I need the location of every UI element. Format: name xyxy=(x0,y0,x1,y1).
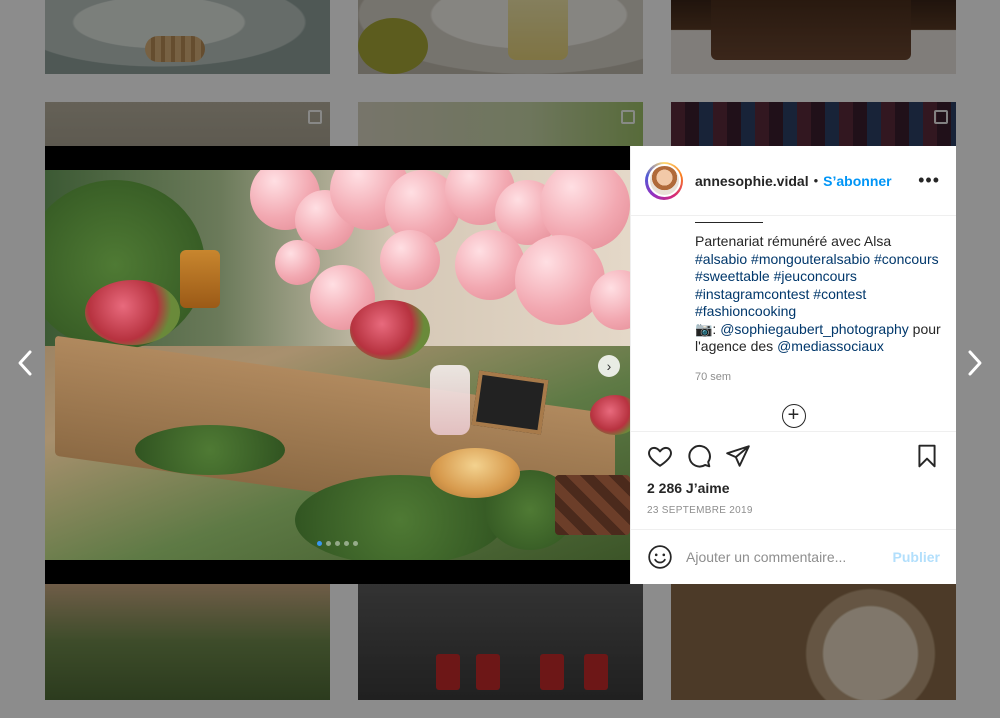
load-more-comments: + xyxy=(631,404,956,428)
carousel-dot xyxy=(317,541,322,546)
grid-post-thumbnail[interactable] xyxy=(671,0,956,74)
grid-post-thumbnail[interactable] xyxy=(671,584,956,700)
camera-credit-prefix: 📷: xyxy=(695,320,721,337)
publish-button[interactable]: Publier xyxy=(893,549,940,565)
hashtag-line[interactable]: #alsabio #mongouteralsabio #concours xyxy=(695,251,942,269)
grid-post-thumbnail[interactable] xyxy=(358,0,643,74)
credit-suffix: pour xyxy=(908,320,941,337)
share-icon[interactable] xyxy=(725,443,751,469)
post-modal: › annesophie.vidal • S’abonner ••• Parte… xyxy=(45,146,956,584)
multi-image-icon xyxy=(308,110,322,124)
mention-link[interactable]: @mediassociaux xyxy=(777,338,884,354)
post-caption: Partenariat rémunéré avec Alsa #alsabio … xyxy=(695,233,942,356)
hashtag-line[interactable]: #sweettable #jeuconcours xyxy=(695,268,942,286)
heart-icon[interactable] xyxy=(647,443,673,469)
story-ring[interactable] xyxy=(645,161,683,200)
carousel-dot xyxy=(326,541,331,546)
grid-post-thumbnail[interactable] xyxy=(45,584,330,700)
separator-dot: • xyxy=(813,173,819,188)
caption-divider xyxy=(695,222,763,223)
caption-age: 70 sem xyxy=(695,370,732,383)
username-link[interactable]: annesophie.vidal xyxy=(695,173,809,189)
action-icons xyxy=(647,432,940,480)
post-date: 23 SEPTEMBRE 2019 xyxy=(647,505,753,516)
emoji-icon[interactable] xyxy=(647,544,673,570)
post-media: › xyxy=(45,146,630,584)
carousel-next-button[interactable]: › xyxy=(598,355,620,377)
agency-prefix: l'agence des xyxy=(695,338,778,354)
chevron-right-icon[interactable] xyxy=(964,348,986,378)
carousel-dots xyxy=(45,541,630,546)
post-header: annesophie.vidal • S’abonner ••• xyxy=(631,146,956,216)
carousel-dot xyxy=(353,541,358,546)
agency-line: l'agence des @mediassociaux xyxy=(695,338,942,356)
carousel-dot xyxy=(335,541,340,546)
grid-post-thumbnail[interactable] xyxy=(358,584,643,700)
chevron-left-icon[interactable] xyxy=(14,348,36,378)
bookmark-icon[interactable] xyxy=(914,443,940,469)
post-photo[interactable] xyxy=(45,170,630,560)
caption-line: Partenariat rémunéré avec Alsa xyxy=(695,233,892,249)
post-side-panel: annesophie.vidal • S’abonner ••• Partena… xyxy=(630,146,956,584)
hashtag-line[interactable]: #instagramcontest #contest xyxy=(695,286,942,304)
mention-link[interactable]: @sophiegaubert_photography xyxy=(720,321,909,337)
more-options-icon[interactable]: ••• xyxy=(918,170,940,191)
avatar[interactable] xyxy=(647,164,681,197)
caption-area: Partenariat rémunéré avec Alsa #alsabio … xyxy=(631,216,956,431)
follow-button[interactable]: S’abonner xyxy=(823,173,891,189)
plus-circle-icon[interactable]: + xyxy=(781,404,806,428)
photo-credit-line: 📷: @sophiegaubert_photography pour xyxy=(695,321,942,339)
comment-icon[interactable] xyxy=(686,443,712,469)
grid-post-thumbnail[interactable] xyxy=(45,0,330,74)
likes-count[interactable]: 2 286 J’aime xyxy=(647,480,940,496)
multi-image-icon xyxy=(934,110,948,124)
multi-image-icon xyxy=(621,110,635,124)
comment-input[interactable] xyxy=(686,549,893,565)
carousel-dot xyxy=(344,541,349,546)
hashtag-line[interactable]: #fashioncooking xyxy=(695,303,942,321)
post-actions: 2 286 J’aime 23 SEPTEMBRE 2019 Publier xyxy=(631,431,956,584)
comment-bar: Publier xyxy=(631,529,956,584)
